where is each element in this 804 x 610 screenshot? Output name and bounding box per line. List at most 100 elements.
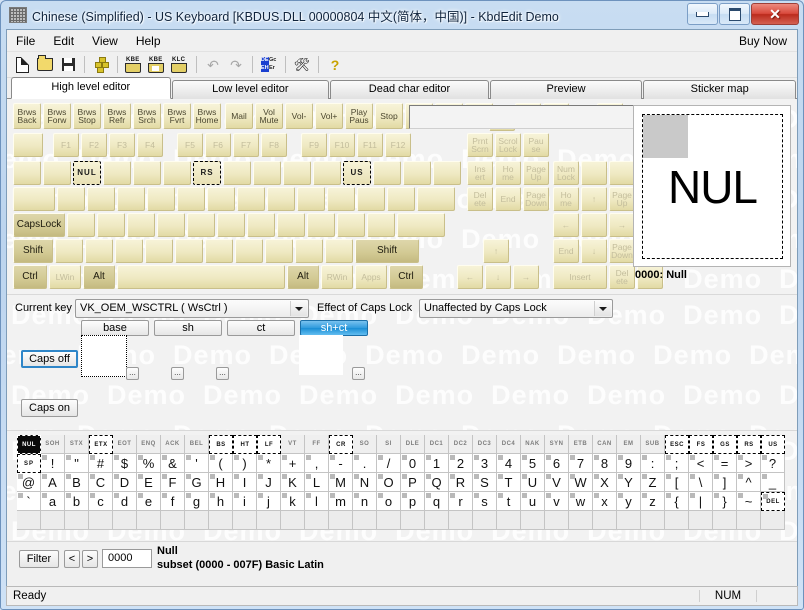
- menu-view[interactable]: View: [83, 32, 127, 50]
- charmap-cell[interactable]: ): [233, 454, 257, 473]
- charmap-cell-bs[interactable]: BS: [209, 435, 233, 454]
- tools-button[interactable]: 🛠: [291, 54, 313, 76]
- charmap-cell[interactable]: :: [641, 454, 665, 473]
- keyboard-test-input[interactable]: [409, 105, 651, 129]
- charmap-cell[interactable]: U: [521, 473, 545, 492]
- key-d[interactable]: [127, 213, 155, 237]
- charmap-cell[interactable]: o: [377, 492, 401, 511]
- charmap-cell[interactable]: ~: [737, 492, 761, 511]
- charmap-cell-space[interactable]: SP: [17, 454, 41, 473]
- key-f8[interactable]: F8: [261, 133, 287, 157]
- key-arrow-down[interactable]: ↓: [485, 265, 511, 289]
- key-2-nul[interactable]: NUL: [73, 161, 101, 185]
- key-r[interactable]: [147, 187, 175, 211]
- key-mail[interactable]: Mail: [225, 103, 253, 129]
- key-f9[interactable]: F9: [301, 133, 327, 157]
- charmap-cell-nul[interactable]: NUL: [17, 435, 41, 454]
- key-alt-right[interactable]: Alt: [287, 265, 319, 289]
- charmap-cell-em[interactable]: EM: [617, 435, 641, 454]
- charmap-cell[interactable]: 3: [473, 454, 497, 473]
- charmap-cell-eot[interactable]: EOT: [113, 435, 137, 454]
- charmap-cell[interactable]: F: [161, 473, 185, 492]
- key-t[interactable]: [177, 187, 205, 211]
- key-caps-lock[interactable]: CapsLock: [13, 213, 65, 237]
- key-end[interactable]: End: [495, 187, 521, 211]
- charmap-cell-ack[interactable]: ACK: [161, 435, 185, 454]
- charmap-cell[interactable]: |: [689, 492, 713, 511]
- key-j[interactable]: [247, 213, 275, 237]
- help-button[interactable]: ?: [324, 54, 346, 76]
- key-shift-left[interactable]: Shift: [13, 239, 53, 263]
- maximize-button[interactable]: [719, 3, 750, 25]
- charmap-cell[interactable]: W: [569, 473, 593, 492]
- charmap-cell[interactable]: O: [377, 473, 401, 492]
- key-arrow-left[interactable]: ←: [457, 265, 483, 289]
- charmap-cell[interactable]: I: [233, 473, 257, 492]
- charmap-cell[interactable]: q: [425, 492, 449, 511]
- key-vol-up[interactable]: Vol+: [315, 103, 343, 129]
- key-f6[interactable]: F6: [205, 133, 231, 157]
- filter-button[interactable]: Filter: [19, 550, 59, 568]
- charmap-cell[interactable]: ?: [761, 454, 785, 473]
- key-w[interactable]: [87, 187, 115, 211]
- charmap-cell[interactable]: \: [689, 473, 713, 492]
- charmap-cell[interactable]: K: [281, 473, 305, 492]
- charmap-cell[interactable]: t: [497, 492, 521, 511]
- key-escape[interactable]: [13, 133, 43, 157]
- key-num-lock[interactable]: Num Lock: [553, 161, 579, 185]
- key-f11[interactable]: F11: [357, 133, 383, 157]
- key-semicolon[interactable]: [337, 213, 365, 237]
- key-rwin[interactable]: RWin: [321, 265, 353, 289]
- charmap-cell[interactable]: G: [185, 473, 209, 492]
- prev-button[interactable]: <: [64, 550, 80, 568]
- charmap-cell[interactable]: 0: [401, 454, 425, 473]
- charmap-cell[interactable]: a: [41, 492, 65, 511]
- key-k[interactable]: [277, 213, 305, 237]
- key-6-rs[interactable]: RS: [193, 161, 221, 185]
- charmap-cell[interactable]: R: [449, 473, 473, 492]
- charmap-cell[interactable]: B: [65, 473, 89, 492]
- charmap-cell[interactable]: E: [137, 473, 161, 492]
- key-3[interactable]: [103, 161, 131, 185]
- key-page-down[interactable]: Page Down: [523, 187, 549, 211]
- key-equals[interactable]: [373, 161, 401, 185]
- charmap-cell[interactable]: 5: [521, 454, 545, 473]
- charmap-cell-cr[interactable]: CR: [329, 435, 353, 454]
- charmap-cell[interactable]: 4: [497, 454, 521, 473]
- key-space[interactable]: [117, 265, 285, 289]
- charmap-cell[interactable]: /: [377, 454, 401, 473]
- key-scroll-lock[interactable]: Scrol Lock: [495, 133, 521, 157]
- key-q[interactable]: [57, 187, 85, 211]
- charmap-cell[interactable]: ^: [737, 473, 761, 492]
- charmap-cell[interactable]: `: [17, 492, 41, 511]
- charmap-cell[interactable]: <: [689, 454, 713, 473]
- key-numpad-5[interactable]: [581, 213, 607, 237]
- key-7[interactable]: [223, 161, 251, 185]
- key-vol-mute[interactable]: Vol Mute: [255, 103, 283, 129]
- chevron-down-icon[interactable]: [290, 301, 307, 316]
- close-button[interactable]: ✕: [751, 3, 799, 25]
- chevron-down-icon-2[interactable]: [594, 301, 611, 316]
- key-x[interactable]: [85, 239, 113, 263]
- charmap-cell[interactable]: u: [521, 492, 545, 511]
- key-backquote[interactable]: [13, 161, 41, 185]
- key-apps[interactable]: Apps: [355, 265, 387, 289]
- tab-high-level-editor[interactable]: High level editor: [11, 77, 171, 99]
- charmap-cell[interactable]: *: [257, 454, 281, 473]
- key-a[interactable]: [67, 213, 95, 237]
- key-insert[interactable]: Ins ert: [467, 161, 493, 185]
- charmap-cell[interactable]: g: [185, 492, 209, 511]
- key-numpad-9-pgup[interactable]: Page Up: [609, 187, 635, 211]
- key-9[interactable]: [283, 161, 311, 185]
- charmap-cell[interactable]: y: [617, 492, 641, 511]
- char-slot-base-browse[interactable]: ...: [126, 367, 139, 380]
- charmap-cell[interactable]: v: [545, 492, 569, 511]
- charmap-cell[interactable]: J: [257, 473, 281, 492]
- key-f10[interactable]: F10: [329, 133, 355, 157]
- charmap-cell[interactable]: %: [137, 454, 161, 473]
- key-numpad-7-home[interactable]: Ho me: [553, 187, 579, 211]
- charmap-cell-dc4[interactable]: DC4: [497, 435, 521, 454]
- kbe-open-button[interactable]: KBE: [123, 54, 145, 76]
- key-tab[interactable]: [13, 187, 55, 211]
- shift-state-sh[interactable]: sh: [154, 320, 222, 336]
